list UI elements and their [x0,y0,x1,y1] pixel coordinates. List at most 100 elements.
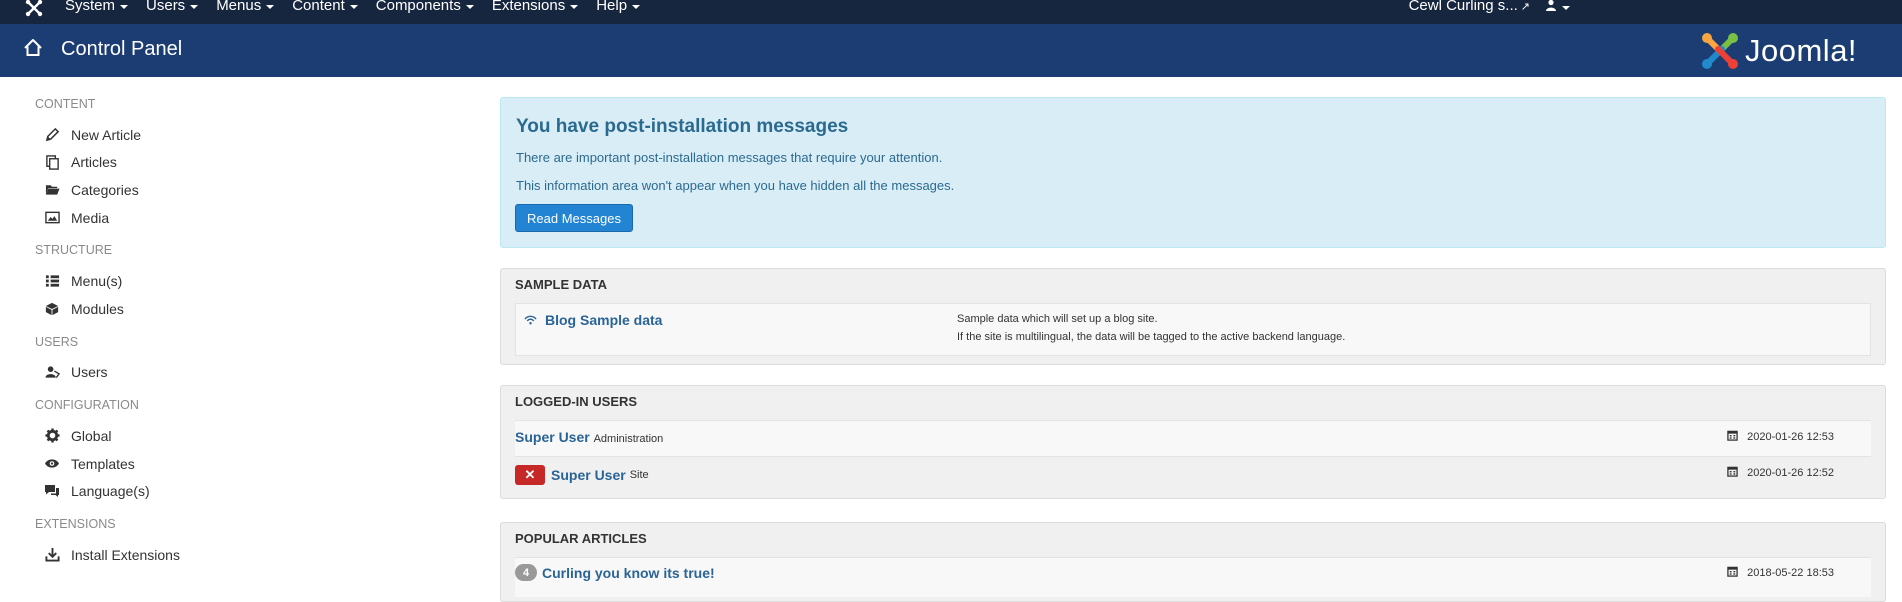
caret-down-icon [632,5,641,10]
date-text: 2020-01-26 12:52 [1747,467,1834,479]
sidebar-group-content: CONTENT New Article Articles Categories … [35,97,335,231]
comments-icon [44,483,60,499]
joomla-logo-icon[interactable] [24,0,44,18]
sidebar-item-menus[interactable]: Menu(s) [35,267,335,295]
logout-user-button[interactable]: ✕ [515,465,545,485]
sidebar-item-install-extensions[interactable]: Install Extensions [35,541,335,569]
pencil-icon [44,127,60,143]
alert-message-2: This information area won't appear when … [516,178,955,193]
sidebar-item-new-article[interactable]: New Article [35,121,335,149]
menu-label: System [65,0,116,14]
copy-icon [44,154,60,170]
sample-data-description-2: If the site is multilingual, the data wi… [957,331,1346,343]
table-row: 4 Curling you know its true! 2018-05-22 … [515,557,1871,597]
sidebar-heading: STRUCTURE [35,243,113,258]
menu-label: Extensions [491,0,566,14]
image-icon [44,210,60,226]
user-name-link[interactable]: Super User [551,467,626,483]
sidebar-item-articles[interactable]: Articles [35,149,335,177]
menu-help[interactable]: Help [596,0,641,14]
sidebar-item-label: Language(s) [71,483,150,500]
users-icon [44,364,60,380]
calendar-icon [1727,466,1738,480]
date-text: 2018-05-22 18:53 [1747,567,1834,579]
menu-components[interactable]: Components [376,0,474,14]
cog-icon [44,428,60,444]
user-menu[interactable] [1545,0,1570,14]
joomla-wordmark: Joomla! [1745,33,1858,68]
sidebar-item-label: Install Extensions [71,546,180,563]
sidebar-item-label: New Article [71,126,142,143]
menu-content[interactable]: Content [292,0,358,14]
panel-heading: SAMPLE DATA [515,277,607,292]
close-icon: ✕ [524,467,536,482]
article-title-link[interactable]: Curling you know its true! [542,565,715,581]
menu-users[interactable]: Users [146,0,199,14]
sidebar-item-label: Modules [71,300,124,317]
menu-system[interactable]: System [65,0,129,14]
menu-menus[interactable]: Menus [216,0,275,14]
caret-down-icon [190,5,199,10]
cube-icon [44,301,60,317]
sidebar-heading: USERS [35,334,79,349]
sidebar-item-modules[interactable]: Modules [35,295,335,323]
broadcast-icon [524,312,537,328]
logged-in-users-panel: LOGGED-IN USERS Super User Administratio… [500,385,1886,499]
menu-extensions[interactable]: Extensions [491,0,579,14]
sidebar-item-categories[interactable]: Categories [35,176,335,204]
sidebar-group-structure: STRUCTURE Menu(s) Modules [35,243,335,322]
sidebar-item-label: Templates [71,455,135,472]
login-date: 2020-01-26 12:53 [1727,430,1834,444]
caret-down-icon [465,5,474,10]
site-link[interactable]: Cewl Curling s... ↗ [1409,0,1530,14]
alert-title: You have post-installation messages [516,116,849,137]
popular-articles-panel: POPULAR ARTICLES 4 Curling you know its … [500,522,1886,602]
article-date: 2018-05-22 18:53 [1727,566,1834,580]
caret-down-icon [120,5,129,10]
sidebar-item-label: Menu(s) [71,273,123,290]
sidebar-item-label: Global [71,427,112,444]
sidebar: CONTENT New Article Articles Categories … [35,97,335,581]
list-icon [44,273,60,289]
table-row: ✕ Super User Site 2020-01-26 12:52 [515,456,1871,493]
panel-heading: POPULAR ARTICLES [515,531,647,546]
user-name-link[interactable]: Super User [515,429,590,445]
menu-label: Users [146,0,186,14]
sample-data-panel: SAMPLE DATA Blog Sample data Sample data… [500,268,1886,365]
menu-label: Components [375,0,461,14]
sidebar-item-global[interactable]: Global [35,422,335,450]
sidebar-group-users: USERS Users [35,335,335,387]
sidebar-item-templates[interactable]: Templates [35,450,335,478]
main-menu: System Users Menus Content Components Ex… [65,0,658,14]
alert-message-1: There are important post-installation me… [516,150,943,165]
sidebar-item-languages[interactable]: Language(s) [35,477,335,505]
sidebar-heading: CONFIGURATION [35,398,139,413]
caret-down-icon [266,5,275,10]
sample-data-row: Blog Sample data Sample data which will … [515,303,1871,356]
joomla-brand-icon [1702,33,1738,69]
table-row: Super User Administration 2020-01-26 12:… [515,420,1871,456]
page-header: Control Panel Joomla! [0,24,1902,77]
external-link-icon: ↗ [1520,1,1530,13]
sidebar-heading: CONTENT [35,97,96,111]
sidebar-group-configuration: CONFIGURATION Global Templates Language(… [35,398,335,505]
top-navbar: System Users Menus Content Components Ex… [0,0,1902,24]
read-messages-button[interactable]: Read Messages [515,204,633,232]
post-install-alert: You have post-installation messages Ther… [500,97,1886,248]
date-text: 2020-01-26 12:53 [1747,431,1834,443]
sidebar-group-extensions: EXTENSIONS Install Extensions [35,517,335,569]
user-icon [1546,0,1556,11]
folder-icon [44,182,60,198]
sidebar-item-users[interactable]: Users [35,359,335,387]
blog-sample-data-link[interactable]: Blog Sample data [545,312,662,328]
calendar-icon [1727,430,1738,444]
menu-label: Content [292,0,345,14]
user-client: Administration [593,433,664,445]
home-icon [22,37,44,62]
sidebar-item-media[interactable]: Media [35,204,335,232]
eye-icon [44,456,60,472]
site-name: Cewl Curling s... [1408,0,1518,14]
panel-heading: LOGGED-IN USERS [515,394,638,409]
sample-data-description-1: Sample data which will set up a blog sit… [957,313,1158,325]
user-client: Site [629,469,649,481]
